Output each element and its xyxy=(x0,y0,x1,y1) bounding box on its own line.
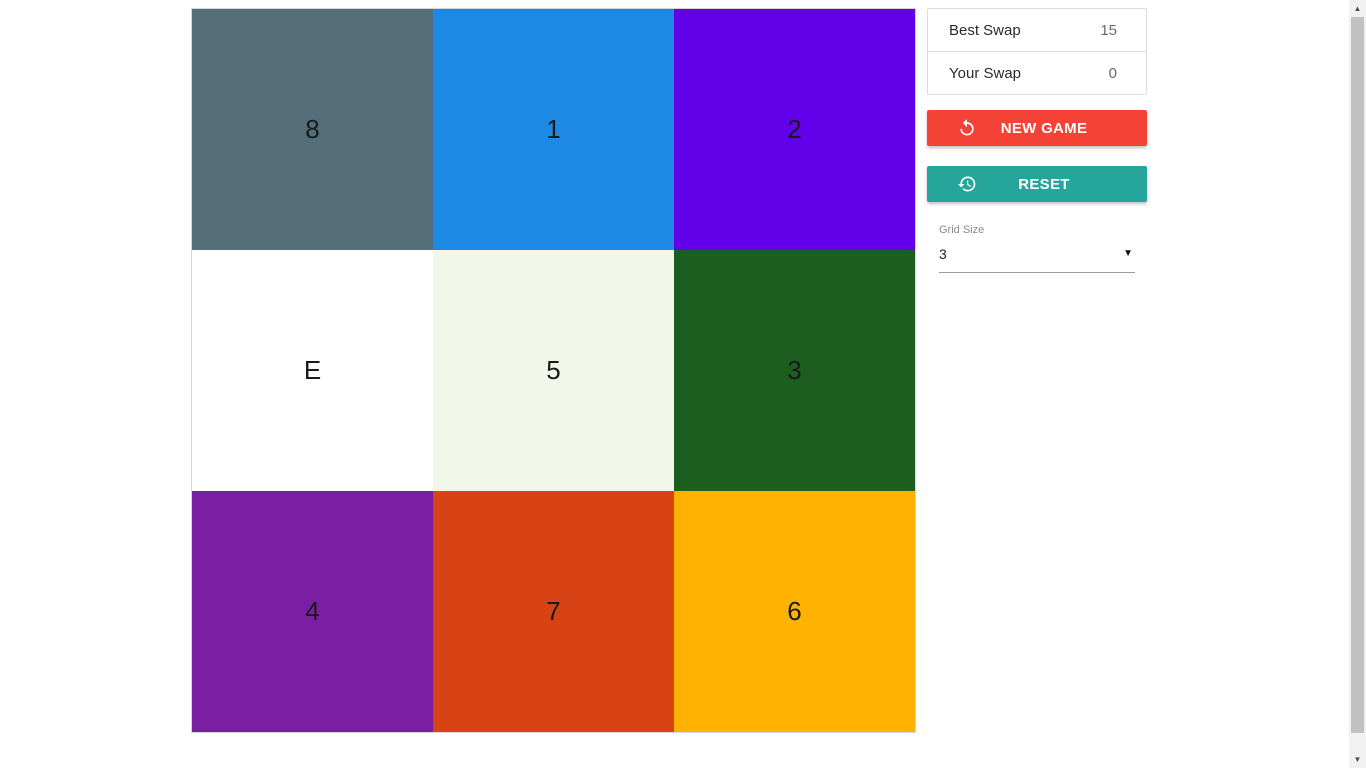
chevron-down-icon: ▼ xyxy=(1123,248,1133,259)
grid-size-value: 3 xyxy=(939,246,947,262)
grid-size-label: Grid Size xyxy=(939,224,985,236)
puzzle-tile[interactable]: 6 xyxy=(674,491,915,732)
puzzle-tile[interactable]: 7 xyxy=(433,491,674,732)
your-swap-value: 0 xyxy=(1108,64,1117,82)
your-swap-label: Your Swap xyxy=(949,64,1021,82)
empty-tile[interactable]: E xyxy=(192,250,433,491)
new-game-button[interactable]: NEW GAME xyxy=(927,110,1147,146)
puzzle-tile[interactable]: 8 xyxy=(192,9,433,250)
best-swap-row: Best Swap 15 xyxy=(928,9,1146,51)
scroll-thumb[interactable] xyxy=(1351,17,1364,733)
history-icon xyxy=(957,176,976,192)
puzzle-tile[interactable]: 2 xyxy=(674,9,915,250)
grid-size-field: Grid Size 3 ▼ xyxy=(939,224,1135,273)
reset-button[interactable]: RESET xyxy=(927,166,1147,202)
puzzle-tile[interactable]: 1 xyxy=(433,9,674,250)
new-game-label: NEW GAME xyxy=(1000,119,1088,137)
best-swap-label: Best Swap xyxy=(949,21,1021,39)
scroll-down-icon[interactable]: ▼ xyxy=(1349,751,1366,768)
your-swap-row: Your Swap 0 xyxy=(928,51,1146,94)
page-scrollbar[interactable]: ▲ ▼ xyxy=(1349,0,1366,768)
puzzle-tile[interactable]: 3 xyxy=(674,250,915,491)
grid-size-select[interactable]: 3 ▼ xyxy=(939,236,1135,273)
puzzle-tile[interactable]: 4 xyxy=(192,491,433,732)
score-card: Best Swap 15 Your Swap 0 xyxy=(927,8,1147,95)
puzzle-board: 812E53476 xyxy=(191,8,916,733)
best-swap-value: 15 xyxy=(1100,21,1117,39)
game-page: 812E53476 Best Swap 15 Your Swap 0 NEW G… xyxy=(0,0,1366,768)
puzzle-tile[interactable]: 5 xyxy=(433,250,674,491)
reset-label: RESET xyxy=(1018,175,1070,193)
scroll-up-icon[interactable]: ▲ xyxy=(1349,0,1366,17)
refresh-icon xyxy=(960,118,974,136)
side-panel: Best Swap 15 Your Swap 0 NEW GAME RESET … xyxy=(927,8,1147,273)
